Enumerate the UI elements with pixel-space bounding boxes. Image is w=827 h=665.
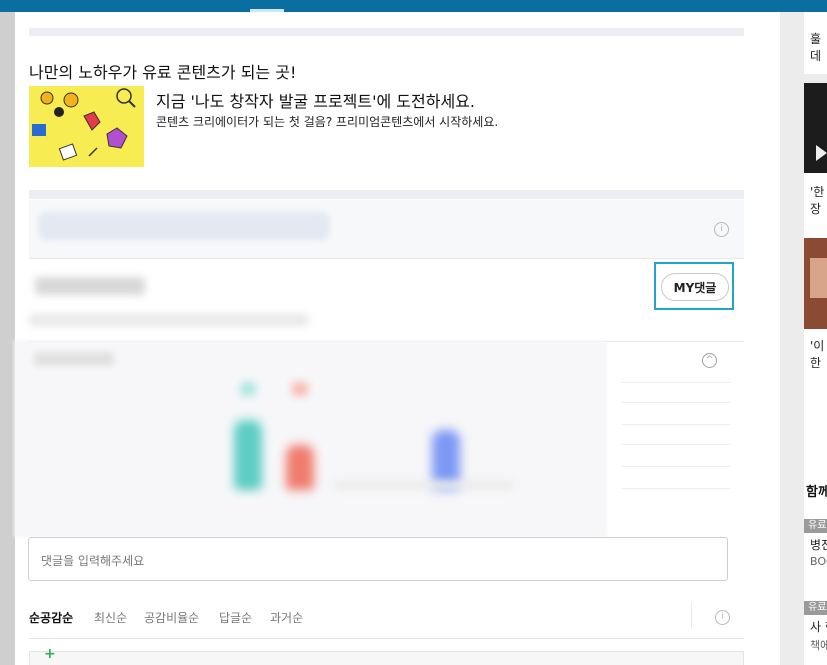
sidebar-item-title[interactable]: 장: [810, 200, 821, 217]
promo-title: 나만의 노하우가 유료 콘텐츠가 되는 곳!: [29, 63, 297, 82]
sidebar-item-title[interactable]: 데: [810, 47, 821, 64]
blurred-info-box: i: [29, 200, 744, 259]
promo-banner-image[interactable]: [29, 86, 144, 167]
divider: [691, 602, 692, 628]
divider: [622, 402, 730, 403]
blurred-chart-label: [34, 352, 114, 366]
paid-badge: 유료: [804, 601, 827, 615]
sidebar-item-title[interactable]: '이: [810, 337, 824, 354]
sidebar-item-title[interactable]: '한: [810, 183, 824, 200]
sort-option-replies[interactable]: 답글순: [219, 609, 252, 626]
promo-subtext: 콘텐츠 크리에이터가 되는 첫 걸음? 프리미엄콘텐츠에서 시작하세요.: [156, 115, 499, 129]
blurred-stats-chart: [14, 340, 607, 537]
sidebar-entry-title[interactable]: 사 한: [810, 618, 827, 635]
paid-badge: 유료: [804, 519, 827, 533]
my-comment-button[interactable]: MY댓글: [661, 273, 729, 301]
right-sidebar: 훌 데 '한 장 '이 한 함께 유료 병진 BOC 유료 사 한 책에: [780, 12, 827, 665]
divider: [622, 382, 730, 383]
comment-list-top: +: [29, 646, 744, 665]
play-icon: [816, 145, 827, 161]
sidebar-image-thumbnail[interactable]: [804, 238, 827, 329]
sidebar-entry-sub: 책에: [810, 639, 827, 652]
info-circle-icon[interactable]: i: [715, 610, 730, 625]
sort-option-ratio[interactable]: 공감비율순: [144, 609, 199, 626]
promo-heading[interactable]: 지금 '나도 창작자 발굴 프로젝트'에 도전하세요.: [156, 88, 475, 112]
sidebar-section-heading: 함께: [806, 485, 827, 500]
divider: [622, 444, 730, 445]
blurred-bar-label: [240, 382, 256, 396]
blurred-axis: [334, 480, 514, 490]
sidebar-entry-sub: BOC: [810, 555, 827, 568]
blurred-content: [39, 212, 329, 240]
top-navigation-bar: [0, 0, 827, 12]
chevron-up-icon[interactable]: ^: [702, 353, 717, 368]
info-circle-icon[interactable]: i: [714, 222, 729, 237]
blurred-comment-count: [35, 277, 145, 295]
comment-input[interactable]: 댓글을 입력해주세요: [28, 537, 728, 581]
blurred-bar: [286, 445, 314, 490]
sidebar-video-thumbnail[interactable]: [804, 83, 827, 173]
comment-sort-bar: 순공감순 최신순 공감비율순 답글순 과거순 i: [29, 596, 744, 639]
plus-icon[interactable]: +: [44, 646, 56, 662]
blurred-bar-label: [292, 382, 308, 396]
divider: [622, 488, 730, 489]
divider: [622, 466, 730, 467]
sidebar-item-title[interactable]: 훌: [810, 30, 821, 47]
sidebar-entry-title[interactable]: 병진: [810, 536, 827, 553]
divider: [622, 424, 730, 425]
blurred-comment-meta: [29, 314, 309, 326]
sidebar-item-title[interactable]: 한: [810, 354, 821, 371]
section-divider: [29, 190, 744, 199]
sort-option-oldest[interactable]: 과거순: [270, 609, 303, 626]
blurred-bar: [234, 420, 262, 490]
section-divider: [29, 28, 744, 36]
sort-option-newest[interactable]: 최신순: [94, 609, 127, 626]
sort-option-likes[interactable]: 순공감순: [29, 609, 73, 626]
